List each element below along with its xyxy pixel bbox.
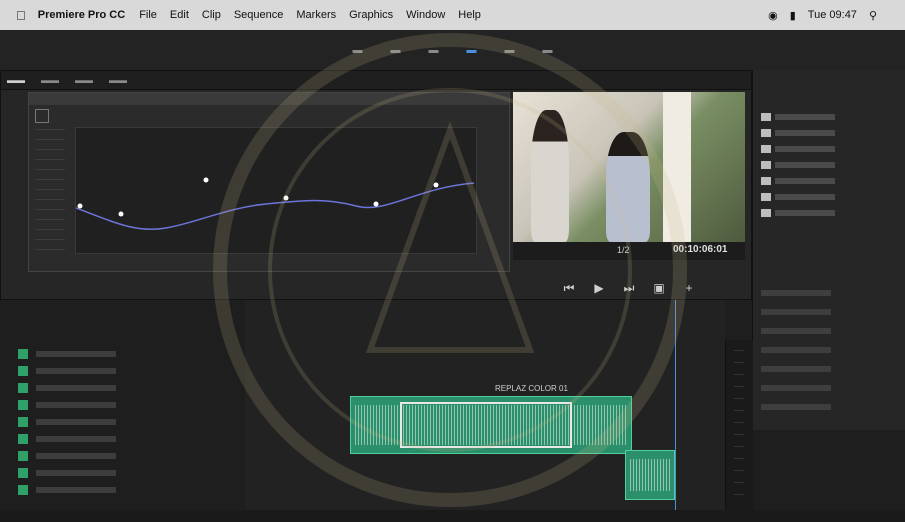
audio-clip[interactable] <box>625 450 675 500</box>
track-row[interactable] <box>0 362 245 379</box>
workspace-tab[interactable]: ▬ <box>391 45 401 56</box>
menu-sequence[interactable]: Sequence <box>234 9 284 21</box>
track-row[interactable] <box>0 379 245 396</box>
menu-clip[interactable]: Clip <box>202 9 221 21</box>
menu-help[interactable]: Help <box>458 9 481 21</box>
workspace-tab[interactable]: ▬ <box>543 45 553 56</box>
effects-folder[interactable] <box>761 206 871 219</box>
transport-controls: ⏮ ▶ ⏭ ▣ + <box>513 276 745 300</box>
panel-stack-item[interactable] <box>761 328 831 334</box>
eq-band-handle[interactable] <box>77 203 83 209</box>
effects-folder[interactable] <box>761 158 871 171</box>
eq-window-titlebar[interactable] <box>29 93 509 105</box>
menu-edit[interactable]: Edit <box>170 9 189 21</box>
eq-band-handle[interactable] <box>433 182 439 188</box>
wifi-icon[interactable]: ◉ <box>768 9 778 22</box>
search-icon[interactable]: ⚲ <box>869 9 877 22</box>
eq-curve <box>75 177 475 231</box>
eq-presets <box>35 109 49 123</box>
effects-folder[interactable] <box>761 126 871 139</box>
panel-stack-item[interactable] <box>761 366 831 372</box>
add-icon[interactable]: + <box>683 281 695 295</box>
menu-graphics[interactable]: Graphics <box>349 9 393 21</box>
playhead[interactable] <box>675 300 676 510</box>
app-menu[interactable]: Premiere Pro CC <box>38 9 125 21</box>
panel-stack-item[interactable] <box>761 309 831 315</box>
panel-stack-item[interactable] <box>761 347 831 353</box>
video-frame-person <box>606 132 650 242</box>
track-row[interactable] <box>0 396 245 413</box>
effects-folder[interactable] <box>761 142 871 155</box>
effects-folder[interactable] <box>761 190 871 203</box>
eq-band-handle[interactable] <box>283 195 289 201</box>
monitor-timecode[interactable]: 00:10:06:01 <box>673 244 727 255</box>
monitor-zoom[interactable]: 1/2 <box>617 245 630 255</box>
panel-stack-item[interactable] <box>761 290 831 296</box>
eq-gain-scale <box>35 129 65 251</box>
timeline-panel[interactable]: REPLAZ COLOR 01 <box>245 300 725 510</box>
step-forward-icon[interactable]: ⏭ <box>623 281 635 295</box>
effects-folder-tree <box>761 110 871 222</box>
program-monitor-video[interactable] <box>513 92 745 242</box>
workspace-tab[interactable]: ▬ <box>353 45 363 56</box>
track-row[interactable] <box>0 464 245 481</box>
panel-stack-item[interactable] <box>761 404 831 410</box>
menu-markers[interactable]: Markers <box>296 9 336 21</box>
eq-band-handle[interactable] <box>373 201 379 207</box>
play-icon[interactable]: ▶ <box>593 281 605 295</box>
selected-audio-clip[interactable] <box>400 402 572 448</box>
status-bar <box>0 510 905 522</box>
camera-icon[interactable]: ▣ <box>653 281 665 295</box>
monitor-info-bar: 1/2 00:10:06:01 <box>513 242 745 260</box>
track-row[interactable] <box>0 345 245 362</box>
panel-stack <box>761 290 831 423</box>
menu-file[interactable]: File <box>139 9 157 21</box>
menubar-status-area: ◉ ▮ Tue 09:47 ⚲ <box>768 0 877 30</box>
eq-graph[interactable] <box>75 127 477 254</box>
panel-tab-active[interactable]: ▬▬ <box>7 75 25 85</box>
track-row[interactable] <box>0 481 245 498</box>
clock[interactable]: Tue 09:47 <box>808 9 857 21</box>
panel-stack-item[interactable] <box>761 385 831 391</box>
sequence-name: REPLAZ COLOR 01 <box>495 384 568 393</box>
macos-menubar:  Premiere Pro CC File Edit Clip Sequenc… <box>0 0 905 30</box>
step-back-icon[interactable]: ⏮ <box>563 281 575 295</box>
video-frame-person <box>531 110 569 242</box>
parametric-eq-window <box>28 92 510 272</box>
audio-meter <box>725 340 753 510</box>
effects-folder[interactable] <box>761 110 871 123</box>
workspace-tab-active[interactable]: ▬ <box>467 45 477 56</box>
panel-tab[interactable]: ▬▬ <box>109 75 127 85</box>
workspace-tab[interactable]: ▬ <box>429 45 439 56</box>
eq-band-handle[interactable] <box>203 177 209 183</box>
panel-tabs: ▬▬ ▬▬ ▬▬ ▬▬ <box>1 71 751 90</box>
workspace-tab[interactable]: ▬ <box>505 45 515 56</box>
battery-icon[interactable]: ▮ <box>790 9 796 22</box>
audio-track-list <box>0 345 245 510</box>
track-row[interactable] <box>0 447 245 464</box>
effects-panel <box>752 70 905 430</box>
track-row[interactable] <box>0 413 245 430</box>
panel-tab[interactable]: ▬▬ <box>41 75 59 85</box>
power-toggle[interactable] <box>35 109 49 123</box>
video-frame-pillar <box>663 92 691 242</box>
track-row[interactable] <box>0 430 245 447</box>
menu-window[interactable]: Window <box>406 9 445 21</box>
eq-band-handle[interactable] <box>118 211 124 217</box>
apple-icon[interactable]:  <box>16 8 26 23</box>
panel-tab[interactable]: ▬▬ <box>75 75 93 85</box>
effects-folder[interactable] <box>761 174 871 187</box>
workspace-bar: ▬ ▬ ▬ ▬ ▬ ▬ <box>0 30 905 70</box>
